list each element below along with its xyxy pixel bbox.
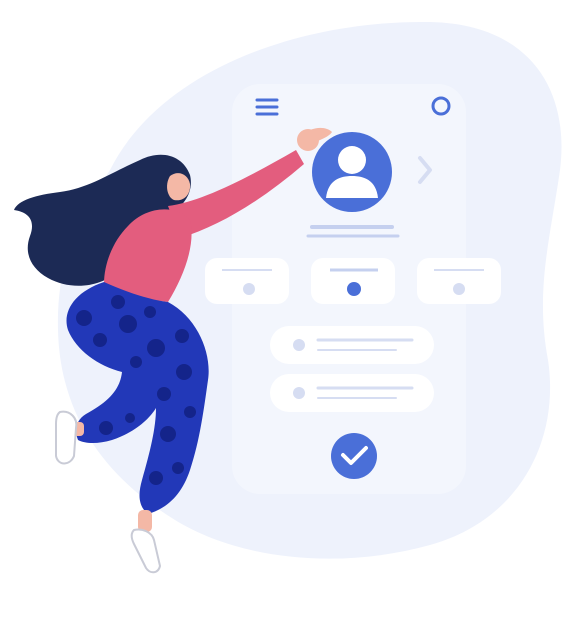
woman-left-shoe	[55, 410, 78, 465]
list-row-2[interactable]	[270, 374, 434, 412]
woman-right-shoe	[130, 528, 162, 574]
confirm-check-button[interactable]	[331, 433, 377, 479]
user-avatar-icon[interactable]	[312, 132, 392, 212]
option-card-right[interactable]	[417, 258, 501, 304]
option-card-center[interactable]	[311, 258, 395, 304]
list-row-1[interactable]	[270, 326, 434, 364]
onboarding-illustration	[14, 21, 562, 574]
illustration-stage	[0, 0, 576, 640]
option-card-left[interactable]	[205, 258, 289, 304]
